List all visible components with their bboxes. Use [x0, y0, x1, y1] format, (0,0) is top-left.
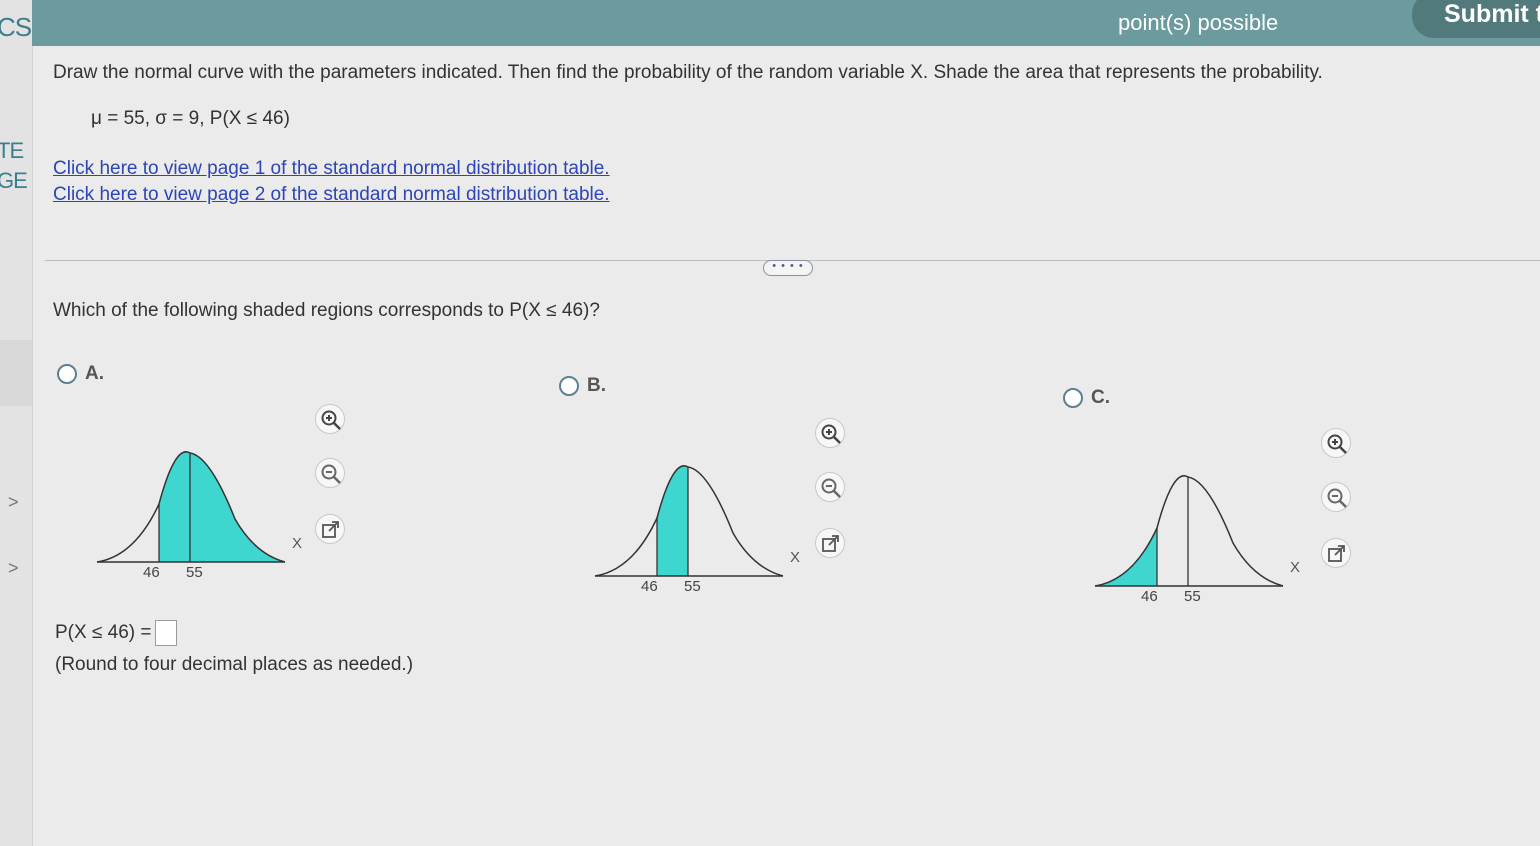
option-a-curve: [96, 451, 286, 563]
option-c-tick-46: 46: [1141, 588, 1158, 605]
problem-instructions: Draw the normal curve with the parameter…: [53, 62, 1323, 83]
zoom-out-icon[interactable]: [1321, 482, 1351, 512]
question-text: Which of the following shaded regions co…: [53, 300, 600, 321]
answer-prompt: P(X ≤ 46) =: [55, 622, 152, 644]
rail-fragment-te: TE: [0, 138, 24, 163]
zoom-out-icon[interactable]: [815, 472, 845, 502]
option-b-curve: [594, 465, 784, 577]
option-b-bell-curve: [594, 465, 784, 577]
option-c-shaded-region: [1095, 528, 1157, 586]
table-page-2-link[interactable]: Click here to view page 2 of the standar…: [53, 184, 610, 206]
option-c-curve: [1094, 475, 1284, 587]
option-c-radio[interactable]: [1063, 388, 1083, 408]
option-c-label: C.: [1091, 387, 1110, 408]
zoom-in-icon[interactable]: [1321, 428, 1351, 458]
option-a-graph: 46 55 X: [95, 444, 315, 594]
rail-band: [0, 340, 32, 406]
chevron-right-icon[interactable]: >: [8, 492, 19, 513]
question-panel: Draw the normal curve with the parameter…: [33, 46, 1540, 846]
rail-fragment-ge: GE: [0, 168, 28, 193]
option-b-tick-46: 46: [641, 578, 658, 595]
expand-handle[interactable]: • • • •: [763, 260, 813, 276]
rounding-note: (Round to four decimal places as needed.…: [55, 654, 414, 675]
answer-row: P(X ≤ 46) =: [55, 620, 177, 646]
table-page-1-link[interactable]: Click here to view page 1 of the standar…: [53, 158, 610, 180]
option-b-shaded-region: [657, 465, 688, 576]
top-bar: point(s) possible Submit tes: [32, 0, 1540, 46]
zoom-in-icon[interactable]: [315, 404, 345, 434]
option-a-radio[interactable]: [57, 364, 77, 384]
problem-parameters: μ = 55, σ = 9, P(X ≤ 46): [91, 108, 290, 129]
submit-test-button[interactable]: Submit tes: [1412, 0, 1540, 38]
zoom-in-icon[interactable]: [815, 418, 845, 448]
option-b-graph: 46 55 X: [593, 458, 813, 608]
open-new-window-icon[interactable]: [315, 514, 345, 544]
option-c-bell-curve: [1094, 475, 1284, 587]
option-c-tick-55: 55: [1184, 588, 1201, 605]
option-b-x-label: X: [790, 549, 801, 566]
option-b-label: B.: [587, 375, 606, 396]
open-new-window-icon[interactable]: [815, 528, 845, 558]
left-rail: CS TE GE > >: [0, 0, 33, 846]
option-a-tick-46: 46: [143, 564, 160, 581]
open-new-window-icon[interactable]: [1321, 538, 1351, 568]
option-a-x-label: X: [292, 535, 303, 552]
zoom-out-icon[interactable]: [315, 458, 345, 488]
option-b-tick-55: 55: [684, 578, 701, 595]
option-c-x-label: X: [1290, 559, 1301, 576]
option-a-tick-55: 55: [186, 564, 203, 581]
option-b-radio[interactable]: [559, 376, 579, 396]
rail-fragment-cs: CS: [0, 12, 32, 42]
option-a-label: A.: [85, 363, 104, 384]
option-a-shaded-region: [159, 451, 285, 562]
option-c-graph: 46 55 X: [1093, 468, 1313, 618]
points-possible: point(s) possible: [1118, 10, 1279, 35]
answer-input[interactable]: [154, 620, 177, 646]
chevron-right-icon[interactable]: >: [8, 558, 19, 579]
